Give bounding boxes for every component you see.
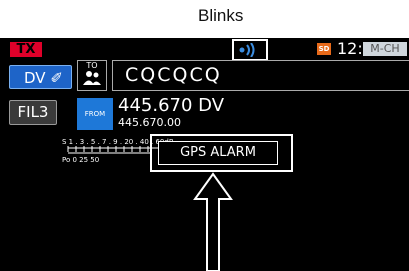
pointer-arrow [193, 172, 233, 271]
